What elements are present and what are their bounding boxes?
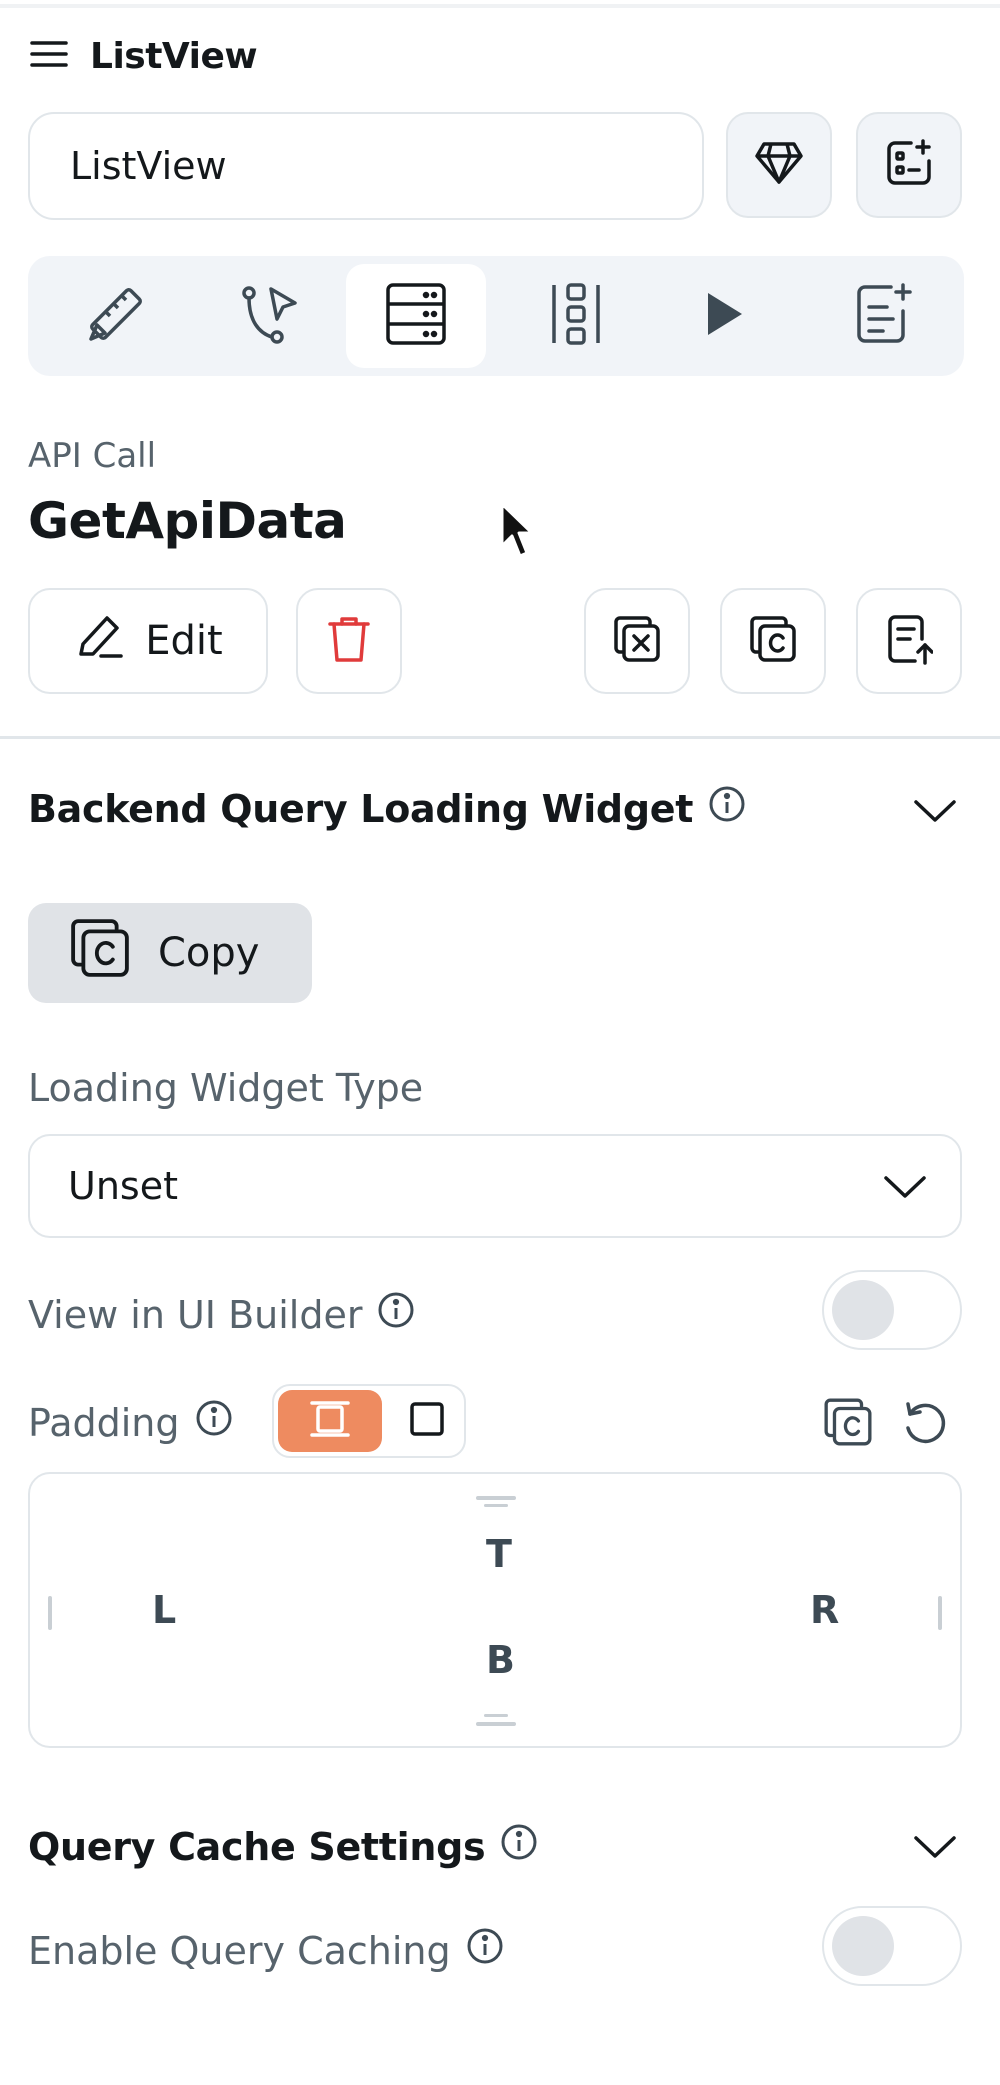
copy-icon	[68, 916, 132, 990]
info-icon[interactable]	[376, 1290, 416, 1339]
diamond-button[interactable]	[726, 112, 832, 218]
section-divider	[0, 736, 1000, 739]
copy-label: Copy	[158, 930, 260, 976]
tab-layout[interactable]	[506, 264, 646, 368]
pencil-icon	[73, 610, 125, 672]
loading-widget-type-select[interactable]: Unset	[28, 1134, 962, 1238]
query-cache-section-title: Query Cache Settings	[28, 1822, 539, 1871]
document-add-icon	[853, 281, 915, 351]
loading-widget-type-label: Loading Widget Type	[28, 1066, 423, 1110]
ruler-pencil-icon	[83, 281, 149, 351]
chevron-down-icon	[880, 1162, 930, 1212]
top-divider	[0, 4, 1000, 8]
padding-top-handle-inner	[484, 1504, 508, 1507]
padding-bottom-value[interactable]: B	[486, 1638, 515, 1682]
add-widget-button[interactable]	[856, 112, 962, 218]
variable-copy-icon	[612, 614, 662, 668]
backend-query-icon	[384, 281, 448, 351]
edit-button[interactable]: Edit	[28, 588, 268, 694]
layout-icon	[548, 281, 604, 351]
tab-backend-query[interactable]	[346, 264, 486, 368]
tab-run[interactable]	[654, 264, 794, 368]
trash-icon	[326, 614, 372, 668]
copy-icon	[748, 614, 798, 668]
padding-mode-toggle	[272, 1384, 466, 1458]
variable-button[interactable]	[584, 588, 690, 694]
padding-top-handle[interactable]	[476, 1496, 516, 1500]
padding-individual-button[interactable]	[394, 1390, 460, 1452]
loading-widget-section-title: Backend Query Loading Widget	[28, 784, 747, 833]
query-name: GetApiData	[28, 492, 347, 550]
document-upload-icon	[885, 613, 934, 669]
action-flow-icon	[237, 281, 303, 351]
view-in-ui-builder-toggle[interactable]	[822, 1270, 962, 1350]
padding-all-sides-icon	[308, 1399, 352, 1443]
info-icon[interactable]	[707, 784, 747, 833]
query-cache-collapse-chevron-icon[interactable]	[910, 1822, 960, 1872]
tab-properties[interactable]	[46, 264, 186, 368]
enable-query-caching-toggle[interactable]	[822, 1906, 962, 1986]
tab-actions[interactable]	[200, 264, 340, 368]
widget-name-input[interactable]: ListView	[28, 112, 704, 220]
mouse-cursor-icon	[500, 502, 534, 566]
query-cache-title-text: Query Cache Settings	[28, 1824, 486, 1869]
enable-query-caching-label: Enable Query Caching	[28, 1926, 505, 1975]
toggle-knob	[832, 1280, 894, 1340]
copy-query-button[interactable]	[720, 588, 826, 694]
panel-title: ListView	[90, 35, 258, 77]
delete-button[interactable]	[296, 588, 402, 694]
padding-bottom-handle[interactable]	[476, 1722, 516, 1726]
play-icon	[702, 289, 746, 343]
loading-widget-collapse-chevron-icon[interactable]	[910, 786, 960, 836]
padding-label: Padding	[28, 1398, 234, 1447]
property-tabs	[28, 256, 964, 376]
padding-right-handle[interactable]	[938, 1596, 942, 1630]
padding-left-handle[interactable]	[48, 1596, 52, 1630]
copy-padding-icon[interactable]	[822, 1396, 874, 1452]
tab-document[interactable]	[814, 264, 954, 368]
reset-icon[interactable]	[900, 1398, 950, 1452]
enable-query-caching-text: Enable Query Caching	[28, 1928, 451, 1973]
hamburger-icon[interactable]	[28, 39, 70, 73]
copy-loading-widget-button[interactable]: Copy	[28, 903, 312, 1003]
toggle-knob	[832, 1916, 894, 1976]
padding-editor: T L R B	[28, 1472, 962, 1748]
widget-name-value: ListView	[70, 144, 227, 188]
info-icon[interactable]	[194, 1398, 234, 1447]
padding-label-text: Padding	[28, 1400, 180, 1445]
edit-label: Edit	[145, 618, 223, 664]
padding-uniform-button[interactable]	[278, 1390, 382, 1452]
padding-bottom-handle-inner	[484, 1714, 508, 1717]
info-icon[interactable]	[499, 1822, 539, 1871]
view-in-ui-builder-label: View in UI Builder	[28, 1290, 416, 1339]
square-icon	[408, 1400, 446, 1442]
view-in-ui-builder-text: View in UI Builder	[28, 1292, 363, 1337]
export-button[interactable]	[856, 588, 962, 694]
padding-top-value[interactable]: T	[486, 1532, 512, 1576]
padding-right-value[interactable]: R	[810, 1588, 839, 1632]
loading-widget-title-text: Backend Query Loading Widget	[28, 786, 694, 831]
add-widget-icon	[883, 137, 935, 193]
loading-widget-type-value: Unset	[68, 1164, 178, 1208]
query-type-label: API Call	[28, 436, 157, 476]
panel-header: ListView	[28, 30, 258, 82]
info-icon[interactable]	[465, 1926, 505, 1975]
padding-left-value[interactable]: L	[152, 1588, 176, 1632]
diamond-icon	[754, 140, 804, 190]
loading-widget-type-label-text: Loading Widget Type	[28, 1066, 424, 1110]
